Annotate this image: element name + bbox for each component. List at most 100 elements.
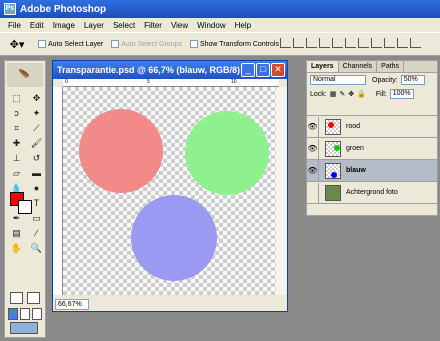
- red-circle: [79, 109, 163, 193]
- clone-stamp-tool-icon[interactable]: ⊥: [7, 151, 26, 165]
- checkbox-box[interactable]: [38, 40, 46, 48]
- menu-window[interactable]: Window: [197, 21, 225, 30]
- quick-mask-mode-button[interactable]: [27, 292, 40, 304]
- brush-tool-icon[interactable]: 🖌: [27, 136, 46, 150]
- magic-wand-tool-icon[interactable]: ✦: [27, 106, 46, 120]
- layer-row[interactable]: Achtergrond foto: [307, 181, 437, 203]
- minimize-icon[interactable]: _: [241, 63, 255, 77]
- move-tool-icon[interactable]: ✥: [27, 91, 46, 105]
- lock-position-icon[interactable]: ✥: [348, 90, 354, 98]
- app-title: Adobe Photoshop: [20, 3, 107, 15]
- zoom-level-field[interactable]: 66,67%: [55, 298, 89, 310]
- full-screen-menu-mode-button[interactable]: [20, 308, 30, 320]
- document-window: Transparantie.psd @ 66,7% (blauw, RGB/8)…: [52, 60, 288, 312]
- opacity-field[interactable]: 50%: [400, 75, 425, 85]
- lock-image-icon[interactable]: ✎: [339, 90, 345, 98]
- layers-panel: Layers Channels Paths Normal Opacity: 50…: [306, 60, 438, 216]
- layer-name: rood: [346, 123, 361, 130]
- blue-dot-icon: [331, 171, 337, 178]
- show-transform-controls-label: Show Transform Controls: [199, 40, 279, 48]
- window-buttons: _ □ ✕: [240, 63, 285, 77]
- align-center-icon[interactable]: [332, 38, 343, 48]
- align-left-icon[interactable]: [319, 38, 330, 48]
- lock-transparency-icon[interactable]: ▦: [330, 90, 337, 98]
- panel-tabs: Layers Channels Paths: [307, 61, 437, 73]
- eye-icon[interactable]: 👁: [307, 160, 319, 181]
- distribute-top-icon[interactable]: [358, 38, 369, 48]
- lock-all-icon[interactable]: 🔒: [357, 90, 366, 98]
- distribute-left-icon[interactable]: [397, 38, 408, 48]
- layer-thumbnail: [325, 118, 341, 135]
- align-right-icon[interactable]: [345, 38, 356, 48]
- photoshop-logo-icon: Ps: [4, 3, 16, 15]
- panel-bottom-bar: [307, 203, 437, 215]
- vertical-ruler: [53, 87, 63, 295]
- canvas[interactable]: [63, 87, 276, 295]
- ruler-label: 10: [231, 79, 237, 85]
- history-brush-tool-icon[interactable]: ↺: [27, 151, 46, 165]
- auto-select-layer-label: Auto Select Layer: [48, 40, 104, 48]
- fill-label: Fill:: [375, 90, 387, 98]
- auto-select-groups-checkbox: Auto Select Groups: [111, 40, 182, 48]
- tab-channels[interactable]: Channels: [339, 61, 378, 72]
- full-screen-mode-button[interactable]: [32, 308, 42, 320]
- healing-brush-tool-icon[interactable]: ✚: [7, 136, 26, 150]
- screen-mode-button[interactable]: [8, 308, 18, 320]
- ruler-label: 0: [65, 79, 68, 85]
- slice-tool-icon[interactable]: ⟋: [27, 121, 46, 135]
- ruler-label: 5: [147, 79, 150, 85]
- show-transform-controls-checkbox[interactable]: Show Transform Controls: [189, 40, 279, 48]
- lock-row: Lock: ▦ ✎ ✥ 🔒 Fill: 100%: [307, 87, 437, 101]
- gradient-tool-icon[interactable]: ▬: [27, 166, 46, 180]
- distribute-middle-icon[interactable]: [371, 38, 382, 48]
- align-middle-icon[interactable]: [293, 38, 304, 48]
- menu-filter[interactable]: Filter: [144, 21, 162, 30]
- distribute-bottom-icon[interactable]: [384, 38, 395, 48]
- zoom-tool-icon[interactable]: 🔍: [27, 241, 46, 255]
- marquee-tool-icon[interactable]: ⬚: [7, 91, 26, 105]
- eraser-tool-icon[interactable]: ▱: [7, 166, 26, 180]
- eye-icon[interactable]: 👁: [307, 138, 319, 159]
- vertical-scrollbar[interactable]: [276, 87, 287, 295]
- menu-help[interactable]: Help: [235, 21, 251, 30]
- notes-tool-icon[interactable]: ▤: [7, 226, 26, 240]
- move-tool-preset-icon[interactable]: ✥▾: [4, 35, 30, 53]
- distribute-right-icon[interactable]: [410, 38, 421, 48]
- layer-row[interactable]: 👁 rood: [307, 115, 437, 137]
- crop-tool-icon[interactable]: ⌗: [7, 121, 26, 135]
- green-dot-icon: [334, 144, 340, 151]
- auto-select-layer-checkbox[interactable]: Auto Select Layer: [38, 40, 103, 48]
- lasso-tool-icon[interactable]: ↄ: [7, 106, 26, 120]
- menu-image[interactable]: Image: [53, 21, 75, 30]
- jump-to-imageready-button[interactable]: [10, 322, 38, 334]
- hand-tool-icon[interactable]: ✋: [7, 241, 26, 255]
- eye-hidden-icon[interactable]: [307, 182, 319, 203]
- tab-paths[interactable]: Paths: [377, 61, 405, 72]
- green-circle: [185, 111, 269, 195]
- menu-layer[interactable]: Layer: [84, 21, 104, 30]
- eyedropper-tool-icon[interactable]: ⁄: [27, 226, 46, 240]
- checkbox-box[interactable]: [189, 40, 198, 48]
- horizontal-ruler: 0 5 10: [63, 79, 279, 87]
- align-top-icon[interactable]: [280, 38, 291, 48]
- menu-edit[interactable]: Edit: [30, 21, 44, 30]
- dodge-tool-icon[interactable]: ●: [27, 181, 46, 195]
- background-color-swatch[interactable]: [18, 200, 32, 214]
- standard-mode-button[interactable]: [10, 292, 23, 304]
- eye-icon[interactable]: 👁: [307, 116, 319, 137]
- menu-select[interactable]: Select: [113, 21, 135, 30]
- close-icon[interactable]: ✕: [271, 63, 285, 77]
- tab-layers[interactable]: Layers: [307, 61, 339, 72]
- menu-file[interactable]: File: [8, 21, 21, 30]
- align-bottom-icon[interactable]: [306, 38, 317, 48]
- menu-view[interactable]: View: [171, 21, 188, 30]
- blend-mode-select[interactable]: Normal: [310, 75, 366, 85]
- red-dot-icon: [328, 121, 334, 128]
- photo-thumbnail: [325, 184, 341, 201]
- fill-field[interactable]: 100%: [389, 89, 414, 99]
- layer-row-selected[interactable]: 👁 blauw: [307, 159, 437, 181]
- photoshop-feather-icon[interactable]: 🪶: [7, 63, 43, 87]
- auto-select-groups-label: Auto Select Groups: [121, 40, 182, 48]
- maximize-icon[interactable]: □: [256, 63, 270, 77]
- layer-row[interactable]: 👁 groen: [307, 137, 437, 159]
